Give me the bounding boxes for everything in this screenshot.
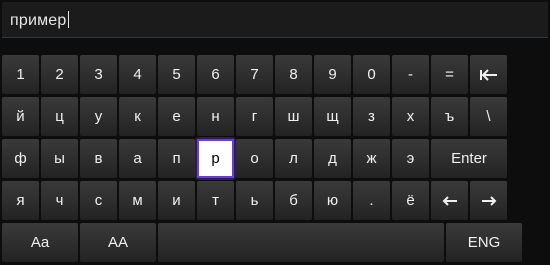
key-з[interactable]: з [353,97,390,136]
input-value: пример [10,11,69,29]
key-ж[interactable]: ж [353,139,390,178]
key-ф[interactable]: ф [2,139,39,178]
key-6[interactable]: 6 [197,55,234,94]
key-ы[interactable]: ы [41,139,78,178]
key-0[interactable]: 0 [353,55,390,94]
key-д[interactable]: д [314,139,351,178]
key-б[interactable]: б [275,181,312,220]
key-3[interactable]: 3 [80,55,117,94]
keyboard-row-5: Aa AA ENG [2,223,548,262]
key-8[interactable]: 8 [275,55,312,94]
key-4[interactable]: 4 [119,55,156,94]
key-period[interactable]: . [353,181,390,220]
key-т[interactable]: т [197,181,234,220]
key-к[interactable]: к [119,97,156,136]
key-о[interactable]: о [236,139,273,178]
arrow-left-icon [442,195,457,206]
key-э[interactable]: э [392,139,429,178]
key-х[interactable]: х [392,97,429,136]
backspace-icon [479,68,497,81]
key-а[interactable]: а [119,139,156,178]
key-ш[interactable]: ш [275,97,312,136]
key-ч[interactable]: ч [41,181,78,220]
key-у[interactable]: у [80,97,117,136]
key-н[interactable]: н [197,97,234,136]
caps-lock-key[interactable]: AA [80,223,156,262]
cursor-right-key[interactable] [470,181,507,220]
key-я[interactable]: я [2,181,39,220]
key-г[interactable]: г [236,97,273,136]
key-е[interactable]: е [158,97,195,136]
key-equals[interactable]: = [431,55,468,94]
key-с[interactable]: с [80,181,117,220]
key-л[interactable]: л [275,139,312,178]
keyboard-row-4: я ч с м и т ь б ю . ё [2,181,548,220]
key-minus[interactable]: - [392,55,429,94]
key-2[interactable]: 2 [41,55,78,94]
key-щ[interactable]: щ [314,97,351,136]
space-key[interactable] [158,223,444,262]
enter-key[interactable]: Enter [431,139,507,178]
key-backslash[interactable]: \ [470,97,507,136]
keyboard-row-2: й ц у к е н г ш щ з х ъ \ [2,97,548,136]
backspace-key[interactable] [470,55,507,94]
keyboard-row-numbers: 1 2 3 4 5 6 7 8 9 0 - = [2,55,548,94]
key-р-selected[interactable]: р [197,139,234,178]
key-5[interactable]: 5 [158,55,195,94]
key-9[interactable]: 9 [314,55,351,94]
key-й[interactable]: й [2,97,39,136]
key-ю[interactable]: ю [314,181,351,220]
key-1[interactable]: 1 [2,55,39,94]
key-м[interactable]: м [119,181,156,220]
on-screen-keyboard: 1 2 3 4 5 6 7 8 9 0 - = й ц у к е н г ш … [2,55,548,265]
language-switch-key[interactable]: ENG [446,223,522,262]
key-ь[interactable]: ь [236,181,273,220]
arrow-right-icon [481,195,496,206]
key-ц[interactable]: ц [41,97,78,136]
key-ъ[interactable]: ъ [431,97,468,136]
key-п[interactable]: п [158,139,195,178]
key-7[interactable]: 7 [236,55,273,94]
cursor-left-key[interactable] [431,181,468,220]
keyboard-row-3: ф ы в а п р о л д ж э Enter [2,139,548,178]
text-input-field[interactable]: пример [2,2,548,38]
key-в[interactable]: в [80,139,117,178]
case-toggle-key[interactable]: Aa [2,223,78,262]
key-ё[interactable]: ё [392,181,429,220]
key-и[interactable]: и [158,181,195,220]
text-caret [67,11,69,28]
